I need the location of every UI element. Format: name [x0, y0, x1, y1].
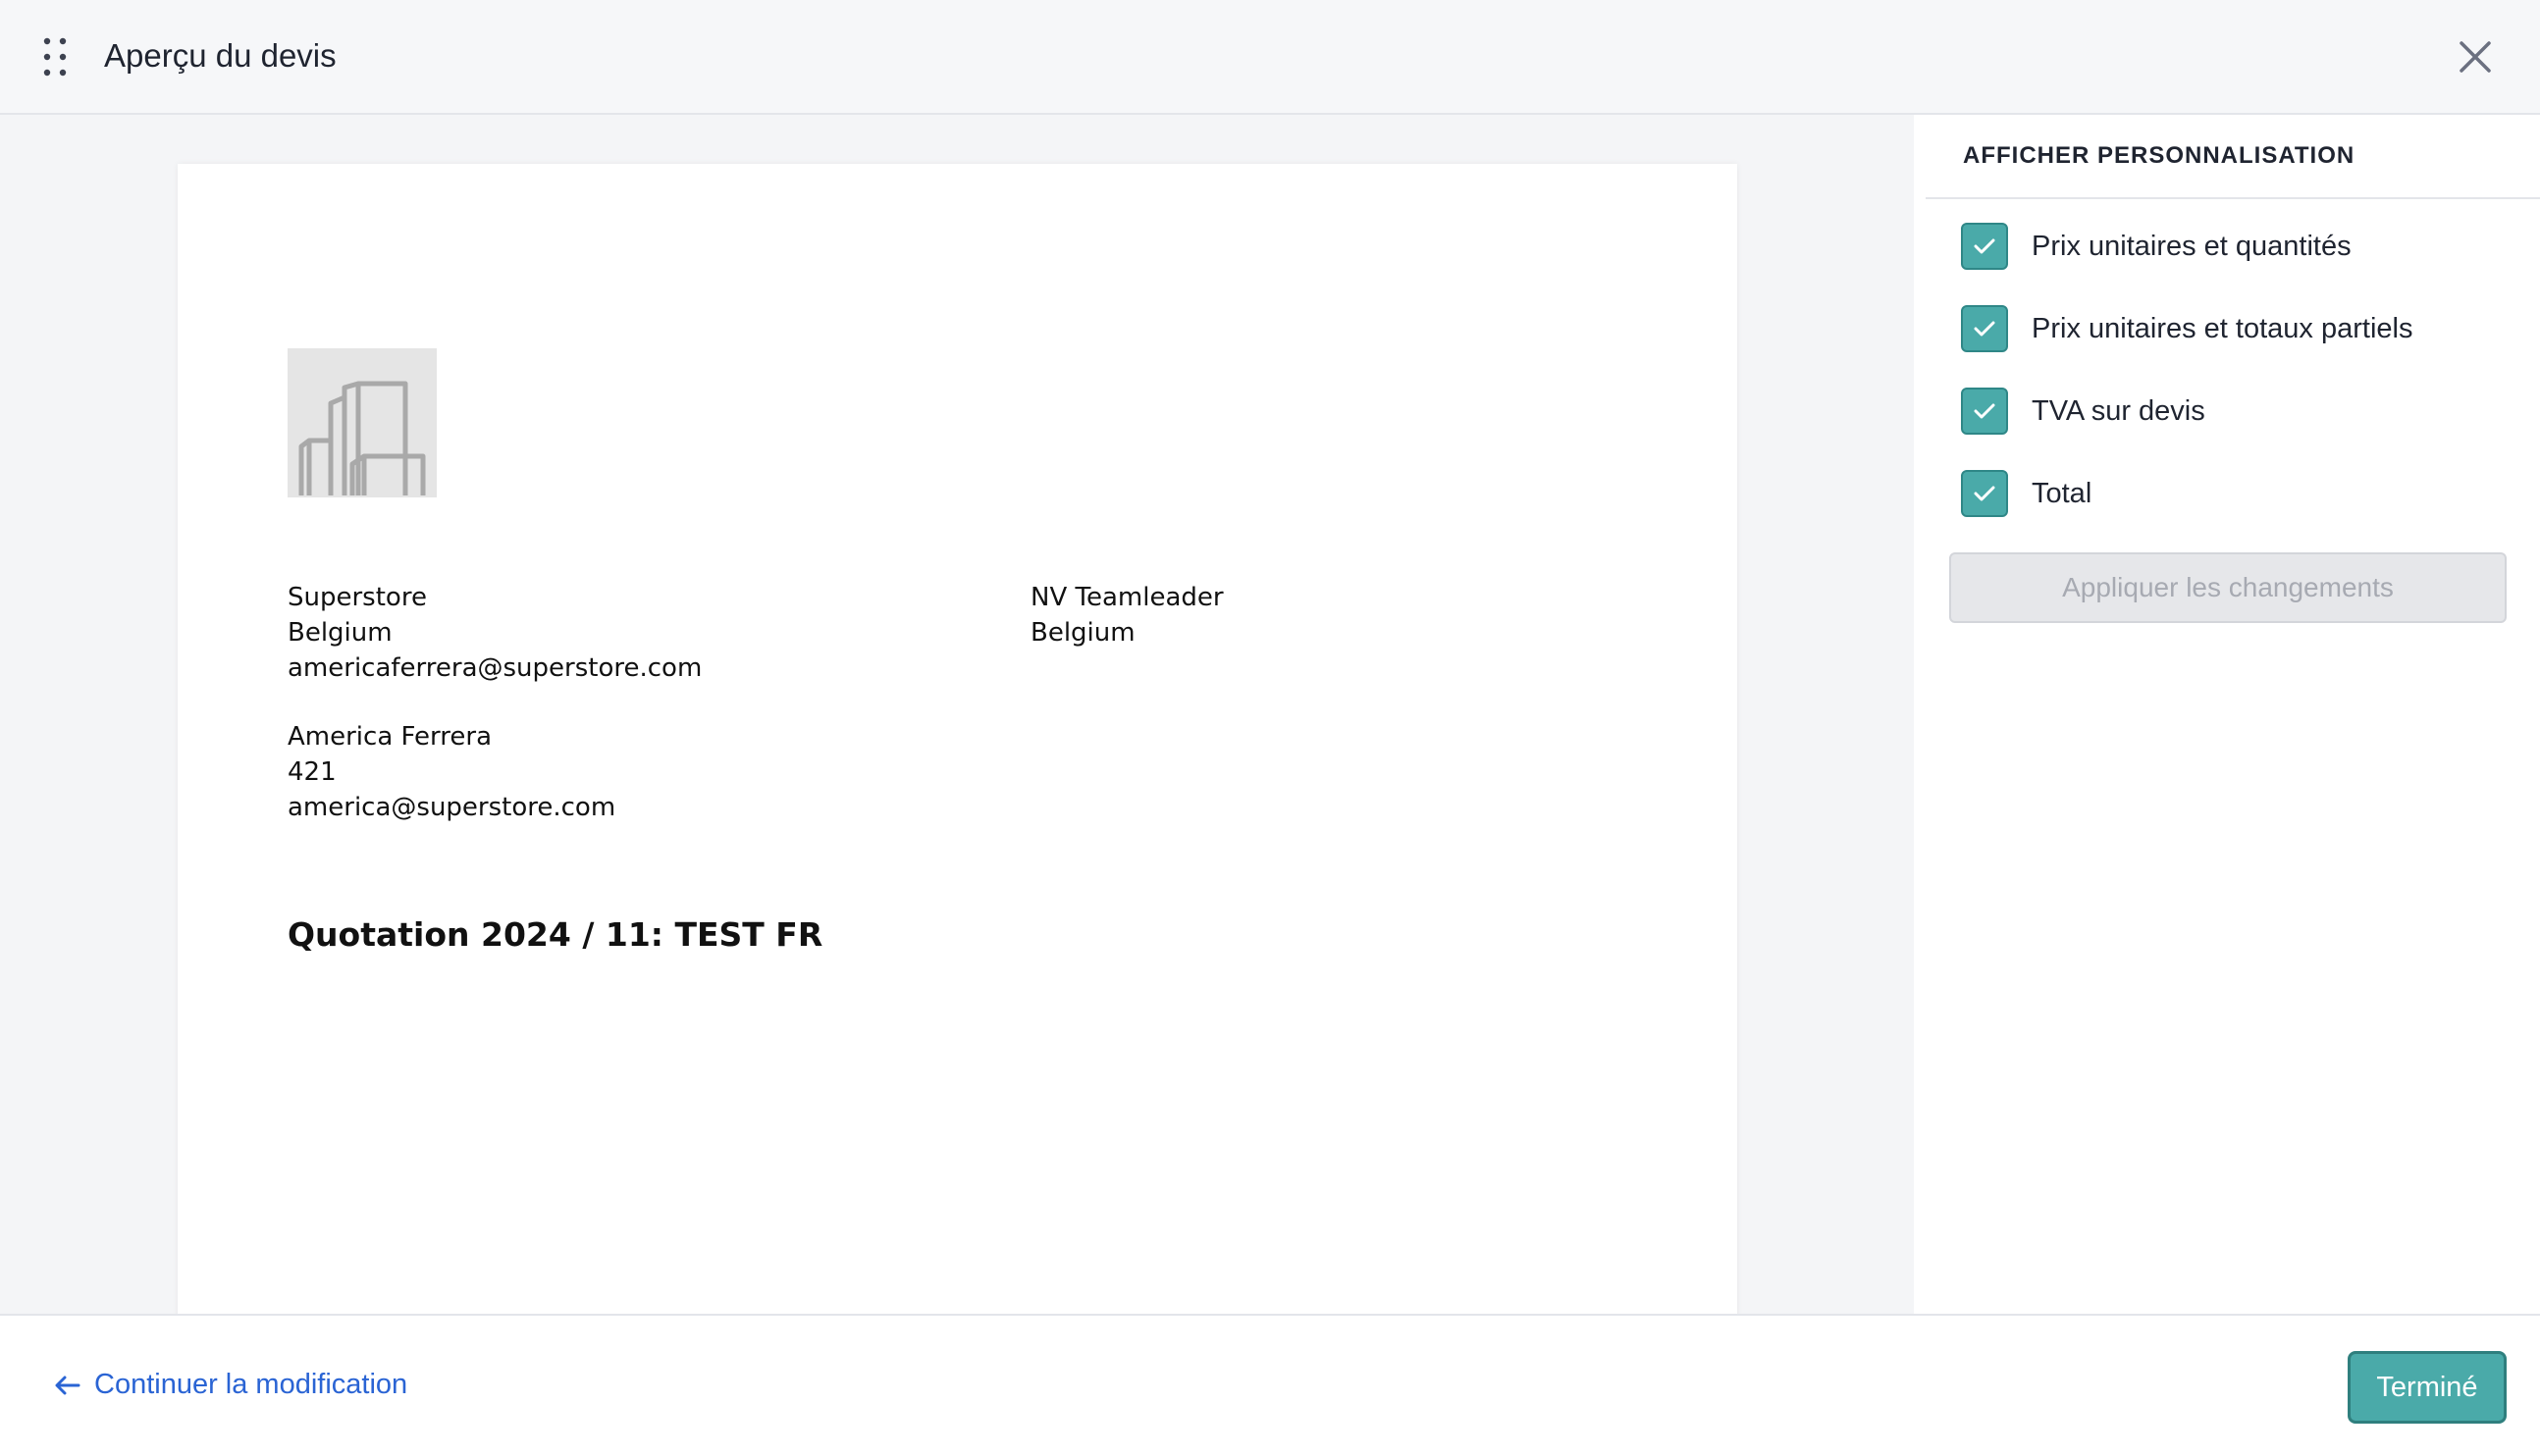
- arrow-left-icon: [55, 1376, 80, 1394]
- quote-title: Quotation 2024 / 11: TEST FR: [288, 915, 823, 954]
- option-unit-prices-quantities[interactable]: Prix unitaires et quantités: [1961, 222, 2530, 271]
- sender-email: americaferrera@superstore.com: [288, 653, 703, 683]
- option-label: TVA sur devis: [2032, 394, 2205, 427]
- recipient-address: NV Teamleader Belgium: [1031, 580, 1224, 650]
- contact-email: america@superstore.com: [288, 793, 616, 822]
- customization-panel: AFFICHER PERSONNALISATION Prix unitaires…: [1914, 115, 2540, 1314]
- contact-block: America Ferrera 421 america@superstore.c…: [288, 719, 615, 825]
- checkmark-icon: [1974, 403, 1995, 419]
- panel-heading: AFFICHER PERSONNALISATION: [1963, 142, 2355, 169]
- modal-footer: Continuer la modification Terminé: [0, 1314, 2540, 1456]
- sender-country: Belgium: [288, 618, 393, 648]
- checkmark-icon: [1974, 238, 1995, 254]
- contact-number: 421: [288, 757, 337, 787]
- quote-document: Superstore Belgium americaferrera@supers…: [178, 164, 1737, 1314]
- option-label: Total: [2032, 477, 2092, 509]
- done-button[interactable]: Terminé: [2348, 1351, 2507, 1424]
- option-label: Prix unitaires et totaux partiels: [2032, 312, 2413, 344]
- recipient-name: NV Teamleader: [1031, 583, 1224, 612]
- contact-name: America Ferrera: [288, 722, 493, 752]
- apply-changes-button[interactable]: Appliquer les changements: [1949, 552, 2507, 623]
- checkbox-checked[interactable]: [1961, 388, 2008, 435]
- close-icon[interactable]: [2456, 37, 2495, 77]
- panel-divider: [1926, 197, 2540, 199]
- document-preview-area[interactable]: Superstore Belgium americaferrera@supers…: [0, 115, 1914, 1314]
- modal-header: Aperçu du devis: [0, 0, 2540, 115]
- option-total[interactable]: Total: [1961, 469, 2530, 518]
- checkmark-icon: [1974, 486, 1995, 501]
- option-label: Prix unitaires et quantités: [2032, 230, 2352, 262]
- sender-address: Superstore Belgium americaferrera@supers…: [288, 580, 702, 686]
- checkbox-checked[interactable]: [1961, 305, 2008, 352]
- drag-handle-icon[interactable]: [39, 35, 75, 78]
- sender-name: Superstore: [288, 583, 427, 612]
- checkbox-checked[interactable]: [1961, 223, 2008, 270]
- checkmark-icon: [1974, 321, 1995, 337]
- option-vat[interactable]: TVA sur devis: [1961, 387, 2530, 436]
- recipient-country: Belgium: [1031, 618, 1136, 648]
- modal-title: Aperçu du devis: [104, 37, 337, 74]
- continue-editing-label: Continuer la modification: [94, 1369, 408, 1400]
- building-placeholder-icon: [288, 348, 437, 497]
- checkbox-checked[interactable]: [1961, 470, 2008, 517]
- continue-editing-link[interactable]: Continuer la modification: [55, 1369, 407, 1401]
- option-unit-prices-subtotals[interactable]: Prix unitaires et totaux partiels: [1961, 304, 2530, 353]
